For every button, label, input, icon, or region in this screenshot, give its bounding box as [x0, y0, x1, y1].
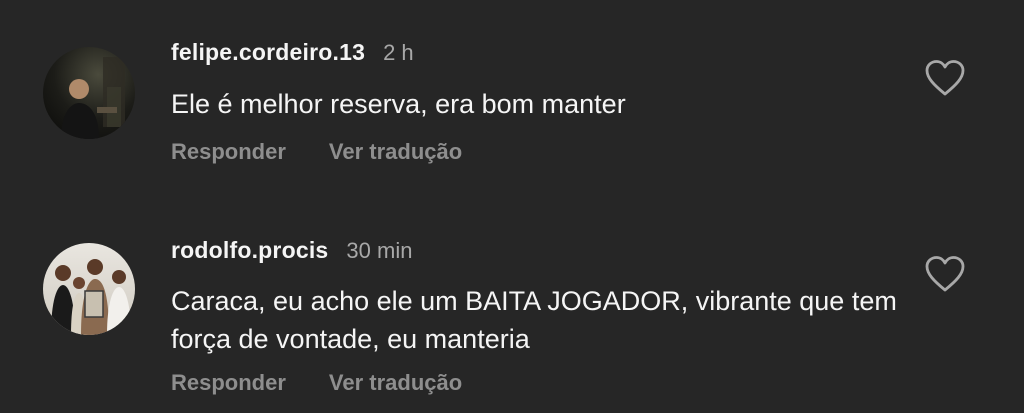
avatar-photo-icon: [43, 243, 135, 335]
reply-button[interactable]: Responder: [171, 370, 286, 396]
comment-header: rodolfo.procis 30 min: [171, 237, 412, 264]
comment-actions: Responder Ver tradução: [171, 370, 462, 396]
comment-item: felipe.cordeiro.13 2 h Ele é melhor rese…: [0, 0, 1024, 200]
username[interactable]: felipe.cordeiro.13: [171, 39, 365, 66]
heart-outline-icon: [925, 60, 965, 96]
heart-outline-icon: [925, 256, 965, 292]
comment-text: Caraca, eu acho ele um BAITA JOGADOR, vi…: [171, 286, 897, 354]
comment-actions: Responder Ver tradução: [171, 139, 462, 165]
see-translation-button[interactable]: Ver tradução: [329, 139, 462, 165]
timestamp: 2 h: [383, 40, 414, 65]
avatar-photo-icon: [43, 47, 135, 139]
reply-button[interactable]: Responder: [171, 139, 286, 165]
username[interactable]: rodolfo.procis: [171, 237, 328, 264]
timestamp: 30 min: [346, 238, 413, 263]
avatar[interactable]: [43, 47, 135, 139]
comment-item: rodolfo.procis 30 min Caraca, eu acho el…: [0, 200, 1024, 413]
like-button[interactable]: [924, 255, 966, 293]
comment-header: felipe.cordeiro.13 2 h: [171, 39, 414, 66]
avatar[interactable]: [43, 243, 135, 335]
like-button[interactable]: [924, 59, 966, 97]
see-translation-button[interactable]: Ver tradução: [329, 370, 462, 396]
comment-text: Ele é melhor reserva, era bom manter: [171, 89, 626, 119]
